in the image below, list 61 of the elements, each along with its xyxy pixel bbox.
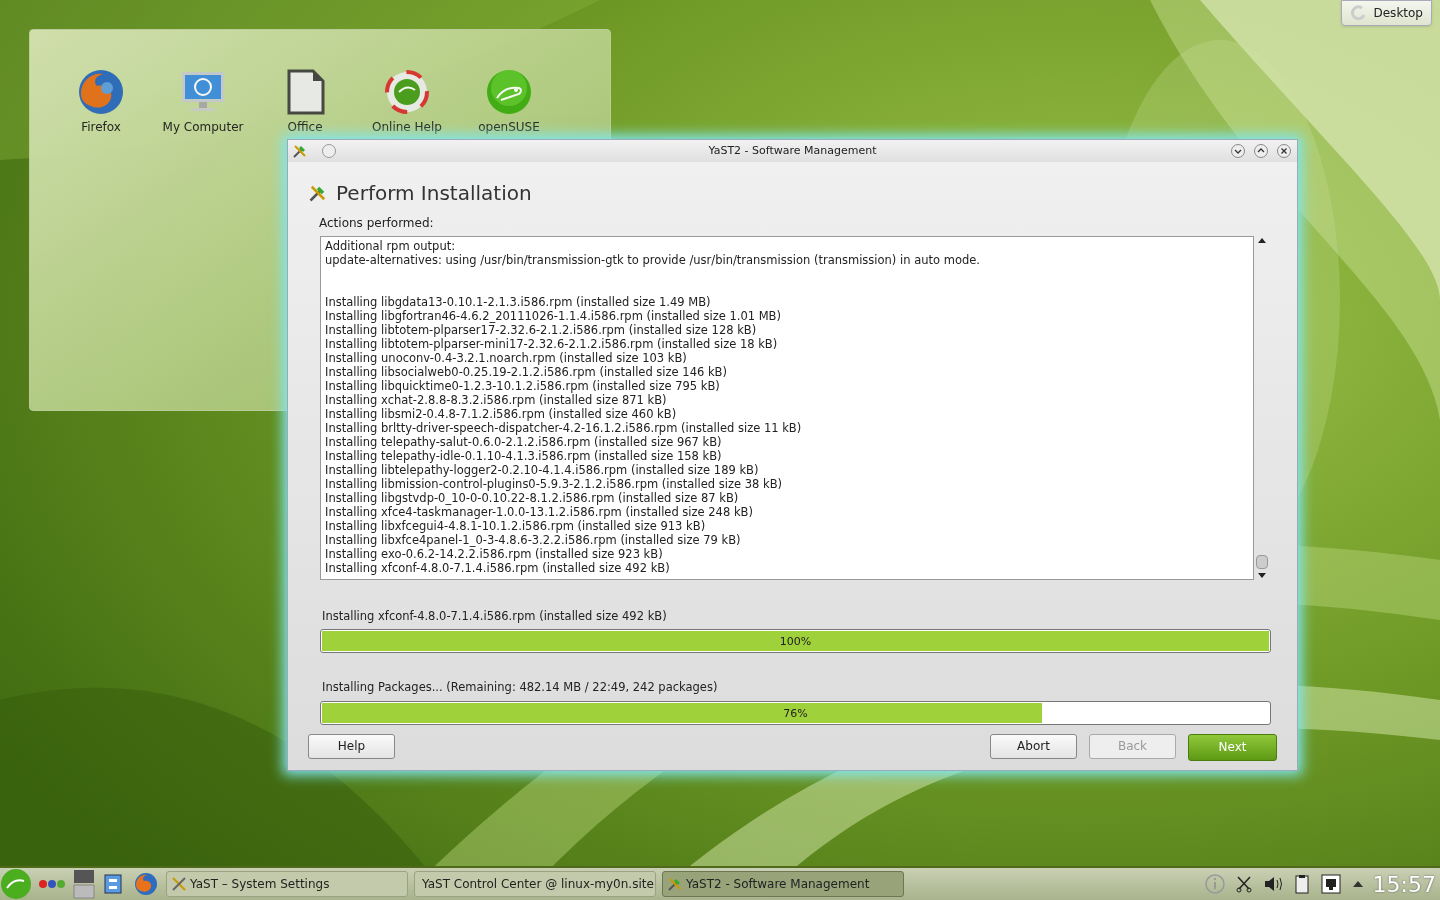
log-line: Installing libgdata13-0.10.1-2.1.3.i586.rpm (installed size 1.49 MB) — [325, 295, 712, 309]
spinner-icon — [1349, 5, 1366, 21]
scrollbar-thumb[interactable] — [1256, 555, 1268, 569]
dialog-button[interactable]: Help — [308, 733, 395, 759]
desktop-button[interactable]: Desktop — [1340, 0, 1432, 26]
progress-label: Installing xfconf-4.8.0-7.1.4.i586.rpm (installed size 492 kB) — [322, 608, 668, 625]
log-line: Installing telepathy-idle-0.1.10-4.1.3.i586.rpm (installed size 158 kB) — [325, 449, 723, 463]
log-line: Installing xfconf-4.8.0-7.1.4.i586.rpm (installed size 492 kB) — [325, 561, 671, 575]
log-label: Actions performed: — [319, 215, 435, 232]
log-line: Installing libmission-control-plugins0-5.9.3-2.1.2.i586.rpm (installed size 38 kB) — [325, 477, 784, 491]
log-line: Installing xchat-2.8.8-8.3.2.i586.rpm (installed size 871 kB) — [325, 393, 668, 407]
tools-icon — [667, 876, 683, 892]
log-line: Installing libtelepathy-logger2-0.2.10-4.1.4.i586.rpm (installed size 189 kB) — [325, 463, 760, 477]
scroll-up-icon[interactable] — [1258, 238, 1266, 243]
progress-reading: 76% — [783, 705, 808, 722]
task-button[interactable]: YaST2 - Software Management — [662, 871, 904, 897]
close-button[interactable] — [1277, 144, 1291, 158]
volume-icon[interactable] — [1262, 875, 1283, 893]
log-line: Installing libquicktime0-1.2.3-10.1.2.i586.rpm (installed size 795 kB) — [325, 379, 721, 393]
tools-icon — [308, 183, 328, 203]
log-line: update-alternatives: using /usr/bin/transmission-gtk to provide /usr/bin/transmission (transmission) in auto mode. — [325, 253, 981, 267]
log-line: Installing libtotem-plparser17-2.32.6-2.1.2.i586.rpm (installed size 128 kB) — [325, 323, 758, 337]
minimize-button[interactable] — [1231, 144, 1245, 158]
log-line: Installing libxfce4panel-1_0-3-4.8.6-3.2.2.i586.rpm (installed size 79 kB) — [325, 533, 742, 547]
log-line: Installing libxfcegui4-4.8.1-10.1.2.i586.rpm (installed size 913 kB) — [325, 519, 707, 533]
task-button[interactable]: YaST – System Settings — [166, 871, 408, 897]
log-line: Installing libsocialweb0-0.25.19-2.1.2.i586.rpm (installed size 146 kB) — [325, 365, 728, 379]
progress-label: Installing Packages... (Remaining: 482.14 MB / 22:49, 242 packages) — [322, 679, 719, 697]
window-title: YaST2 - Software Management — [708, 142, 877, 159]
network-icon[interactable] — [1320, 874, 1341, 894]
log-line: Additional rpm output: — [325, 239, 457, 253]
log-line: Installing telepathy-salut-0.6.0-2.1.2.i586.rpm (installed size 967 kB) — [325, 435, 723, 449]
scrollbar[interactable] — [1254, 236, 1270, 580]
log-line: Installing libgfortran46-4.6.2_20111026-1.1.4.i586.rpm (installed size 1.01 MB) — [325, 309, 782, 323]
clipboard-icon[interactable] — [1292, 874, 1311, 894]
clock: 15:57 — [1372, 870, 1436, 899]
file-cabinet-icon[interactable] — [104, 874, 122, 894]
scroll-down-icon[interactable] — [1258, 573, 1266, 578]
tools-icon — [171, 876, 187, 892]
page-heading: Perform Installation — [336, 180, 532, 207]
log-line: Installing brltty-driver-speech-dispatcher-4.2-16.1.2.i586.rpm (installed size 11 kB) — [325, 421, 803, 435]
log-line: Installing exo-0.6.2-14.2.2.i586.rpm (installed size 923 kB) — [325, 547, 664, 561]
activities-icon[interactable] — [39, 879, 65, 889]
log-line: Installing unoconv-0.4-3.2.1.noarch.rpm (installed size 103 kB) — [325, 351, 688, 365]
task-button[interactable]: YaST Control Center @ linux-my0n.site — [414, 871, 656, 897]
log-line: Installing libgstvdp-0_10-0-0.10.22-8.1.2.i586.rpm (installed size 87 kB) — [325, 491, 740, 505]
log-line: Installing xfce4-taskmanager-1.0.0-13.1.2.i586.rpm (installed size 248 kB) — [325, 505, 754, 519]
firefox-icon[interactable] — [134, 872, 158, 896]
firefox-icon — [77, 68, 125, 116]
chameleon-icon — [485, 68, 533, 116]
pager-icon[interactable] — [73, 869, 95, 899]
log-line: Installing libtotem-plparser-mini17-2.32.6-2.1.2.i586.rpm (installed size 18 kB) — [325, 337, 779, 351]
tools-icon — [292, 143, 308, 159]
lifebuoy-icon — [383, 68, 431, 116]
log-line: Installing libsmi2-0.4.8-7.1.2.i586.rpm (installed size 460 kB) — [325, 407, 678, 421]
launcher-icon[interactable] — [0, 868, 32, 900]
dialog-button[interactable]: Abort — [990, 733, 1077, 759]
expand-tray-icon[interactable] — [1352, 881, 1363, 887]
maximize-button[interactable] — [1254, 144, 1268, 158]
scissors-icon[interactable] — [1234, 875, 1253, 893]
progress-reading: 100% — [779, 634, 812, 651]
